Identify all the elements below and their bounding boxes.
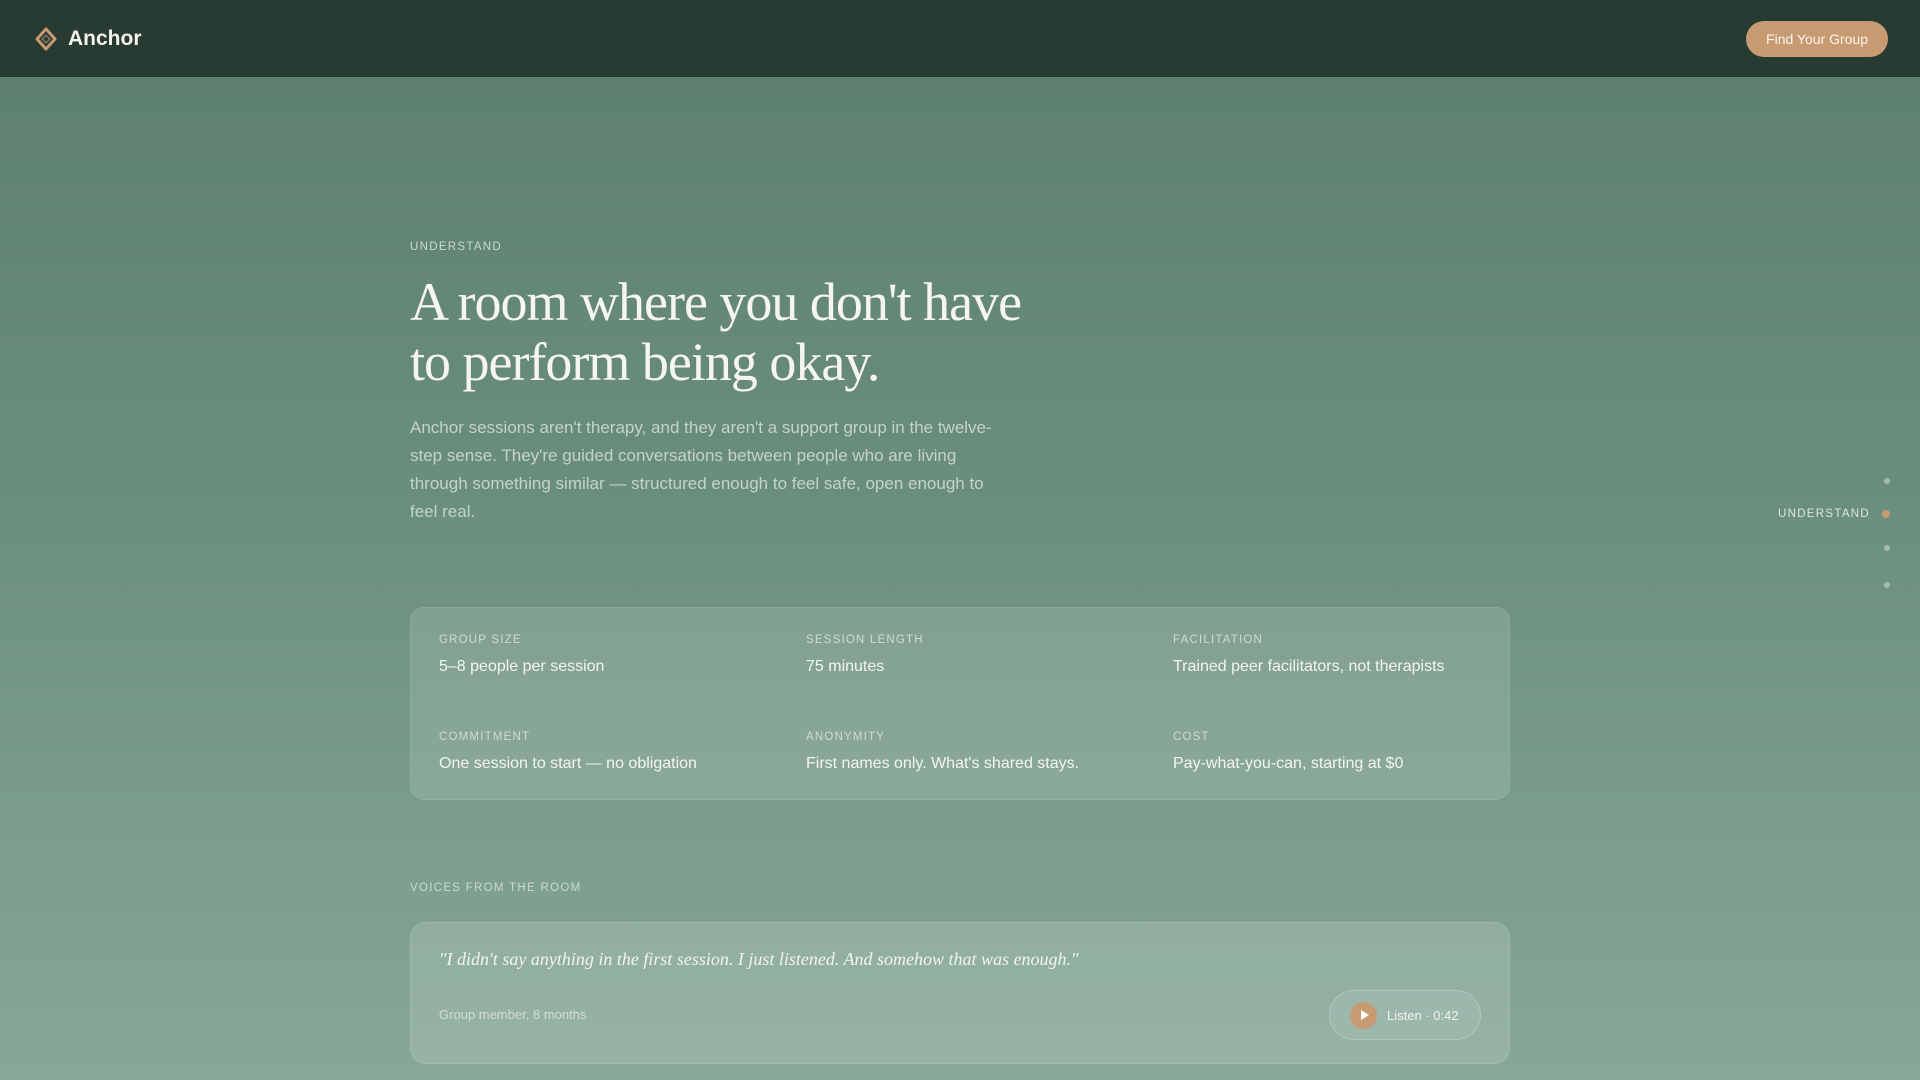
fact-value: 5–8 people per session (439, 658, 605, 675)
anchor-knot-icon (35, 27, 57, 50)
testimonial-quote: "I didn't say anything in the first sess… (439, 949, 1079, 969)
fact-commitment: COMMITMENT One session to start — no obl… (439, 731, 697, 773)
voices-eyebrow: VOICES FROM THE ROOM (410, 882, 582, 894)
fact-anonymity: ANONYMITY First names only. What's share… (806, 731, 1079, 773)
fact-value: 75 minutes (806, 658, 885, 675)
find-your-group-button[interactable]: Find Your Group (1746, 20, 1888, 57)
dot-indicator (1884, 478, 1890, 484)
section-eyebrow: UNDERSTAND (410, 241, 503, 253)
listen-label: Listen · 0:42 (1387, 1007, 1459, 1023)
listen-audio-button[interactable]: Listen · 0:42 (1329, 990, 1481, 1040)
fact-facilitation: FACILITATION Trained peer facilitators, … (1173, 634, 1445, 676)
fact-group-size: GROUP SIZE 5–8 people per session (439, 634, 604, 676)
testimonial-attribution: Group member, 8 months (439, 1007, 587, 1022)
section-dot-3[interactable] (1884, 545, 1890, 551)
fact-label: SESSION LENGTH (806, 634, 924, 646)
fact-value: One session to start — no obligation (439, 755, 697, 772)
fact-cost: COST Pay-what-you-can, starting at $0 (1173, 731, 1403, 773)
fact-label: ANONYMITY (806, 731, 886, 743)
section-dot-1[interactable] (1884, 478, 1890, 484)
dot-indicator (1884, 545, 1890, 551)
fact-label: FACILITATION (1173, 634, 1264, 646)
play-icon (1350, 1001, 1377, 1029)
dot-indicator-active (1882, 510, 1890, 518)
section-dot-4[interactable] (1884, 582, 1890, 588)
section-dot-understand[interactable]: UNDERSTAND (1778, 508, 1890, 520)
page-headline: A room where you don't have to perform b… (410, 272, 1022, 392)
fact-value: Pay-what-you-can, starting at $0 (1173, 755, 1404, 772)
fact-session-length: SESSION LENGTH 75 minutes (806, 634, 924, 676)
fact-label: COMMITMENT (439, 731, 531, 743)
dot-indicator (1884, 582, 1890, 588)
fact-value: Trained peer facilitators, not therapist… (1173, 658, 1445, 675)
brand-name: Anchor (68, 26, 142, 50)
session-facts-card: GROUP SIZE 5–8 people per session SESSIO… (410, 607, 1510, 800)
testimonial-card: "I didn't say anything in the first sess… (410, 922, 1510, 1064)
brand[interactable]: Anchor (34, 27, 142, 51)
top-navbar: Anchor Find Your Group (0, 0, 1920, 77)
intro-paragraph: Anchor sessions aren't therapy, and they… (410, 418, 992, 521)
fact-label: COST (1173, 731, 1210, 743)
section-dot-label: UNDERSTAND (1777, 508, 1870, 520)
fact-label: GROUP SIZE (439, 634, 522, 646)
fact-value: First names only. What's shared stays. (806, 755, 1080, 772)
